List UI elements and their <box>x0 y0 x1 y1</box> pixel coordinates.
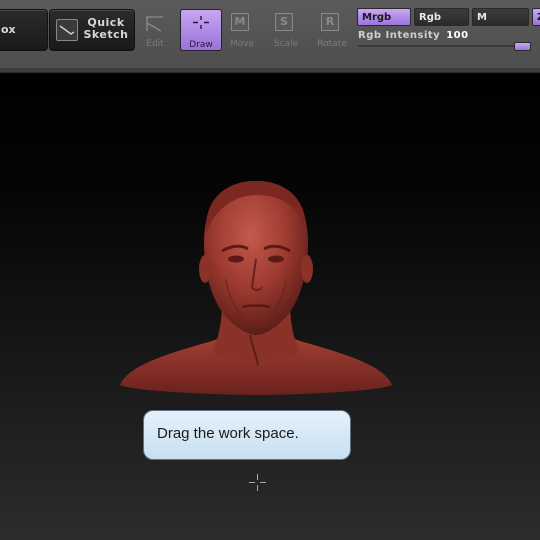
quick-sketch-icon <box>56 19 78 41</box>
rgb-intensity-label: Rgb Intensity <box>358 30 441 41</box>
top-toolbar: ox Quick Sketch Edit Draw M Move S Scale… <box>0 0 540 73</box>
move-tool-label: Move <box>229 39 255 49</box>
edit-tool-label: Edit <box>146 39 164 49</box>
quick-sketch-button[interactable]: Quick Sketch <box>49 9 135 51</box>
crosshair-cursor-icon <box>249 474 266 491</box>
box-button[interactable]: ox <box>0 9 48 51</box>
tooltip-text: Drag the work space. <box>157 425 299 442</box>
rgb-intensity-value: 100 <box>446 30 469 41</box>
move-icon: M <box>231 13 249 31</box>
work-space-canvas[interactable]: Drag the work space. <box>0 73 540 540</box>
mrgb-button[interactable]: Mrgb <box>357 8 411 26</box>
draw-crosshair-icon <box>181 10 221 36</box>
draw-tool-label: Draw <box>189 40 213 50</box>
box-button-label: ox <box>1 23 16 36</box>
scale-icon: S <box>275 13 293 31</box>
sculpted-head-bust <box>120 181 392 395</box>
rotate-tool-label: Rotate <box>317 39 347 49</box>
quick-sketch-label: Quick Sketch <box>83 16 129 41</box>
edit-tool-button[interactable]: Edit <box>135 9 175 49</box>
move-tool-button[interactable]: M Move <box>222 9 262 49</box>
tooltip: Drag the work space. <box>143 410 351 460</box>
m-button[interactable]: M <box>472 8 529 26</box>
rgb-intensity-slider-thumb[interactable] <box>514 42 531 51</box>
draw-tool-button[interactable]: Draw <box>180 9 222 51</box>
rotate-tool-button[interactable]: R Rotate <box>312 9 352 49</box>
toolbar-divider <box>0 68 540 72</box>
rgb-intensity-slider-label: Rgb Intensity 100 <box>358 30 469 41</box>
rgb-intensity-slider-track[interactable] <box>358 45 530 47</box>
scale-tool-button[interactable]: S Scale <box>266 9 306 49</box>
edit-icon <box>135 9 175 35</box>
scale-tool-label: Scale <box>273 39 299 49</box>
rgb-button[interactable]: Rgb <box>414 8 469 26</box>
rotate-icon: R <box>321 13 339 31</box>
z-button[interactable]: Z <box>532 8 540 26</box>
